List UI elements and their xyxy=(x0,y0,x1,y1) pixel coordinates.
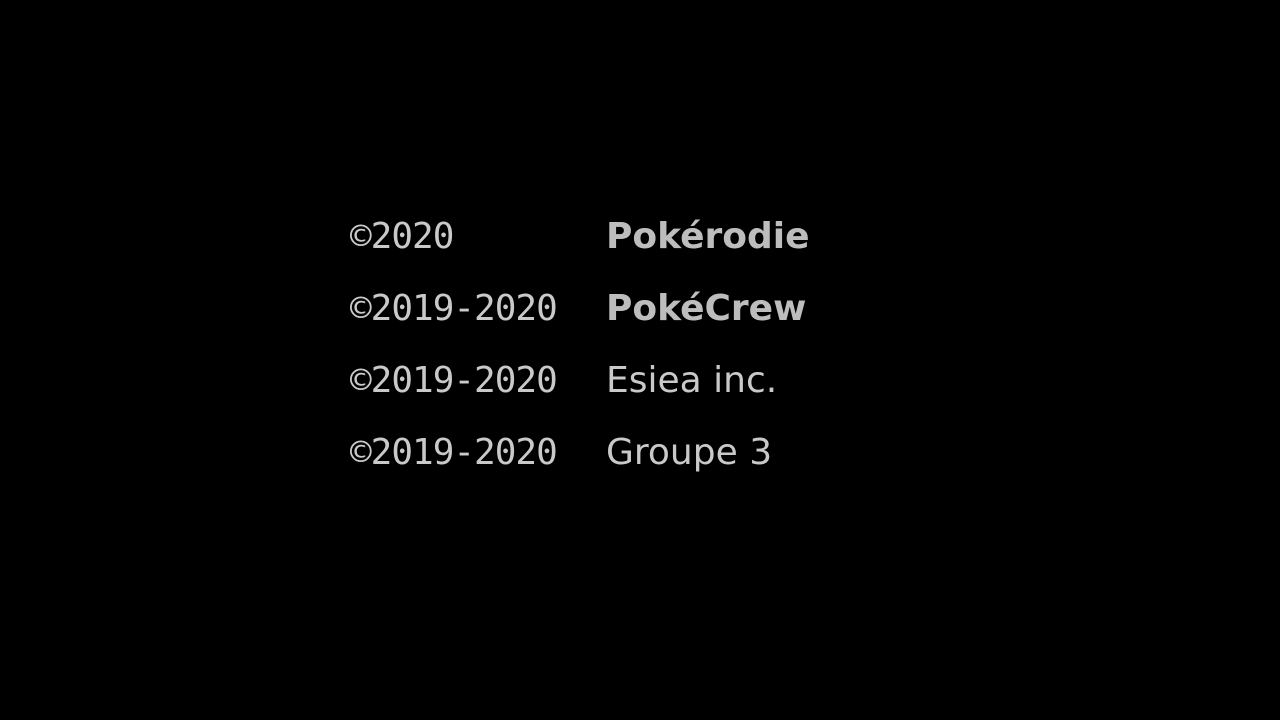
credit-line-pokerodie: ©2020 Pokérodie xyxy=(350,213,910,285)
credit-line-groupe: ©2019-2020 Groupe 3 xyxy=(350,429,910,501)
copyright-holder: Esiea inc. xyxy=(606,360,778,401)
copyright-year: ©2019-2020 xyxy=(350,360,558,401)
copyright-year: ©2019-2020 xyxy=(350,288,558,329)
credit-line-esiea: ©2019-2020 Esiea inc. xyxy=(350,357,910,429)
copyright-year: ©2020 xyxy=(350,216,454,257)
copyright-year: ©2019-2020 xyxy=(350,432,558,473)
credits-list: ©2020 Pokérodie ©2019-2020 PokéCrew ©201… xyxy=(350,213,910,501)
copyright-holder: Pokérodie xyxy=(606,216,810,257)
copyright-holder: PokéCrew xyxy=(606,288,807,329)
copyright-holder: Groupe 3 xyxy=(606,432,773,473)
copyright-screen: ©2020 Pokérodie ©2019-2020 PokéCrew ©201… xyxy=(0,0,1280,720)
credit-line-pokecrew: ©2019-2020 PokéCrew xyxy=(350,285,910,357)
